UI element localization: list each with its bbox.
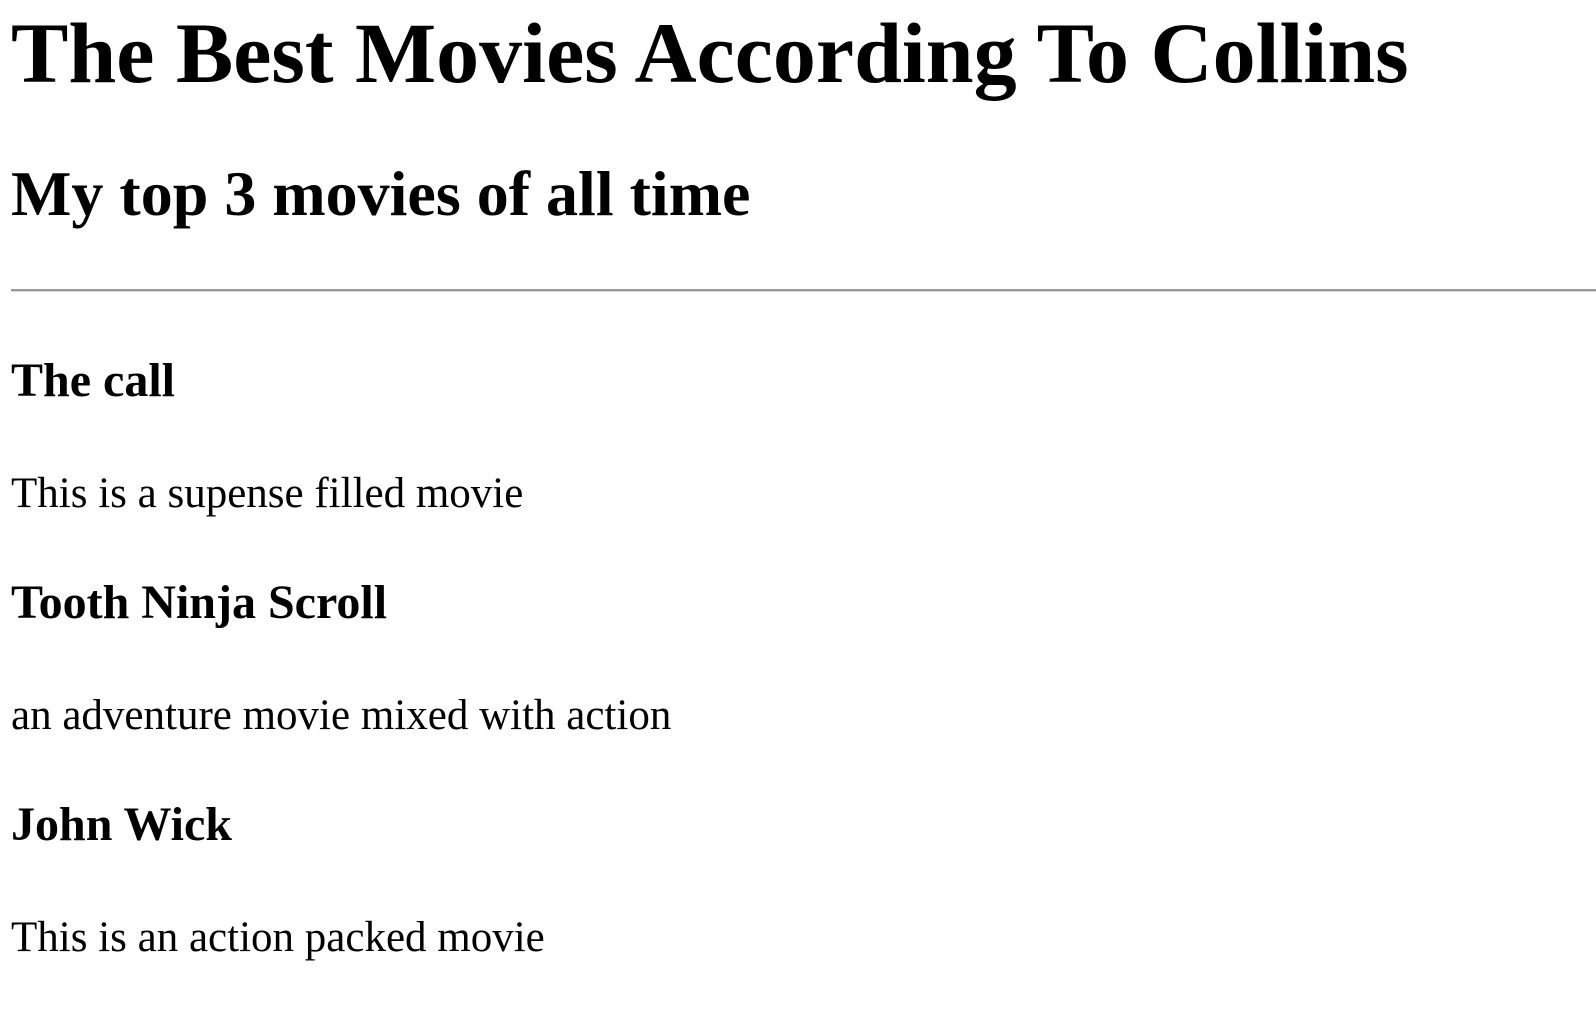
- page-subtitle: My top 3 movies of all time: [11, 158, 751, 229]
- page-title: The Best Movies According To Collins: [11, 5, 1409, 101]
- movie-title-john-wick: John Wick: [11, 798, 232, 851]
- movie-list: The call This is a supense filled movie …: [11, 354, 1596, 961]
- movie-title-the-call: The call: [11, 354, 175, 407]
- movie-description-john-wick: This is an action packed movie: [11, 914, 545, 961]
- movie-title-tooth-ninja-scroll: Tooth Ninja Scroll: [11, 576, 388, 629]
- movie-description-tooth-ninja-scroll: an adventure movie mixed with action: [11, 692, 672, 739]
- movie-description-the-call: This is a supense filled movie: [11, 470, 524, 517]
- page-content: The Best Movies According To Collins My …: [0, 0, 1596, 959]
- horizontal-divider: [11, 289, 1596, 292]
